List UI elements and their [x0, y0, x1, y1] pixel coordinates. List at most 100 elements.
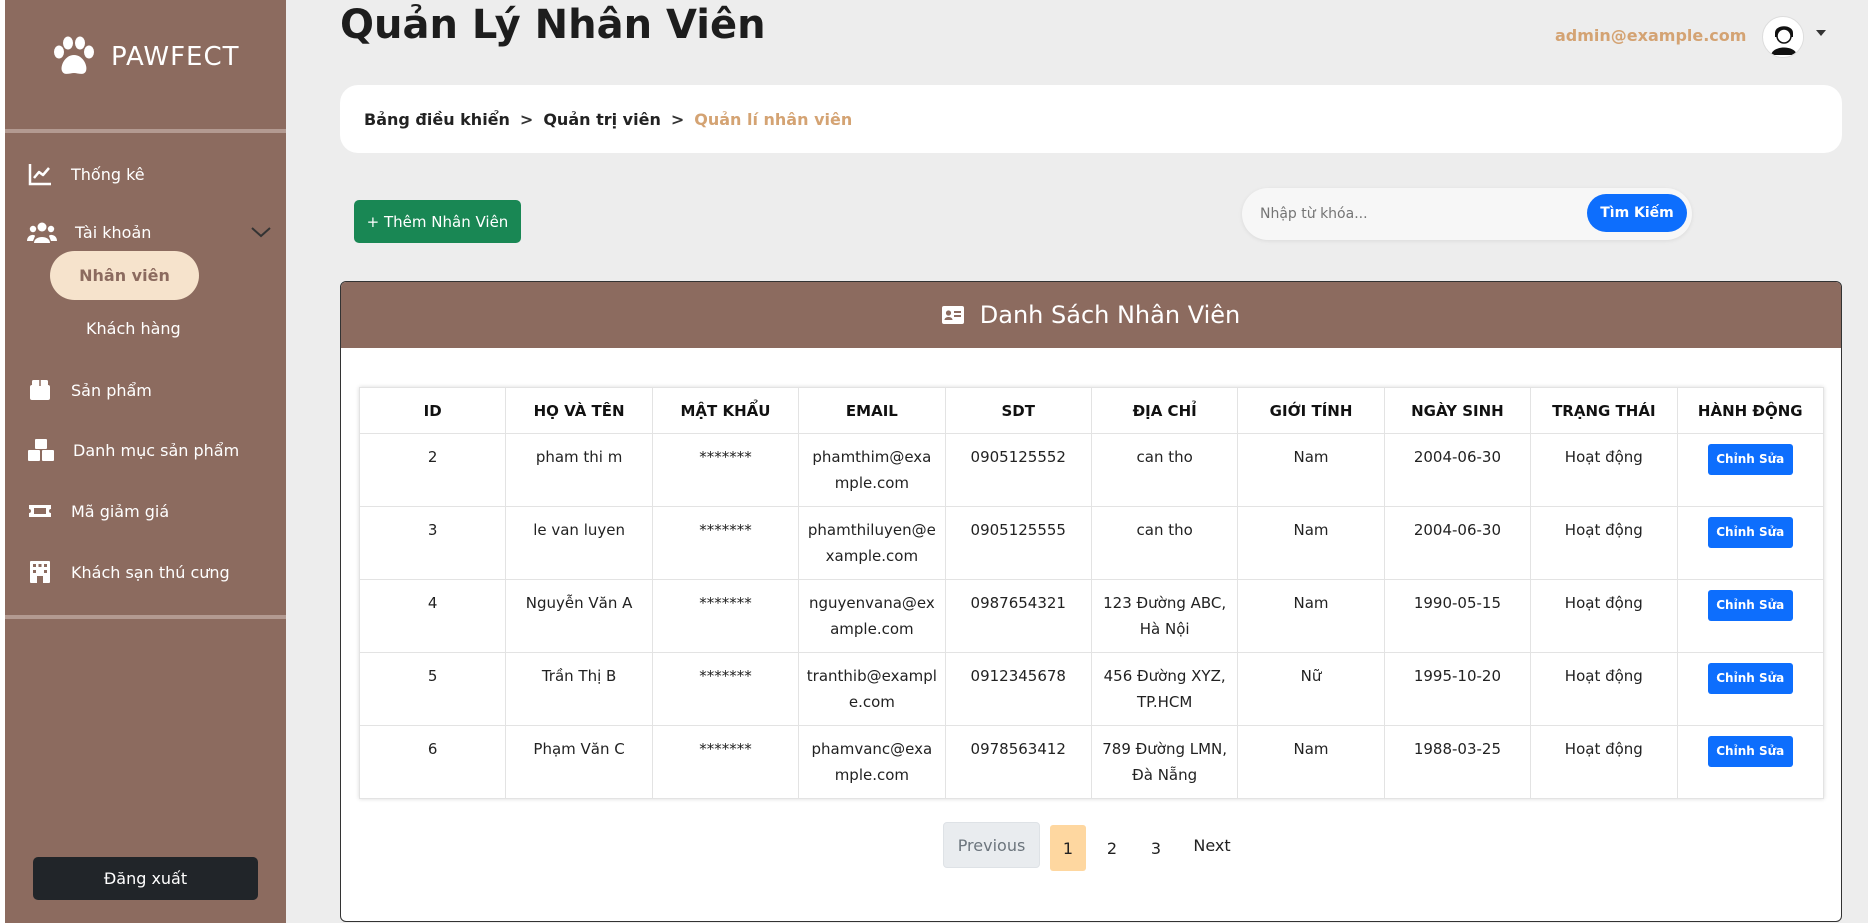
card-header: Danh Sách Nhân Viên — [341, 282, 1841, 348]
column-header-status: TRẠNG THÁI — [1530, 387, 1678, 434]
cell-gender: Nam — [1237, 725, 1385, 799]
pagination-page-1[interactable]: 1 — [1050, 825, 1086, 871]
cell-address: 123 Đường ABC, Hà Nội — [1090, 579, 1239, 653]
cell-password: ******* — [651, 652, 800, 726]
cell-phone: 0905125552 — [944, 433, 1092, 507]
pagination-page-3[interactable]: 3 — [1138, 825, 1174, 871]
column-header-password: MẬT KHẨU — [651, 387, 800, 434]
pagination-page-2[interactable]: 2 — [1094, 825, 1130, 871]
sidebar-subitem-nhan-vien[interactable]: Nhân viên — [50, 251, 199, 300]
cell-action: Chỉnh Sửa — [1676, 579, 1825, 653]
cell-status: Hoạt động — [1530, 506, 1678, 580]
add-employee-button[interactable]: + Thêm Nhân Viên — [354, 200, 521, 243]
pagination: Previous 1 2 3 Next — [943, 822, 1242, 871]
cell-status: Hoạt động — [1530, 579, 1678, 653]
cell-gender: Nam — [1237, 433, 1385, 507]
cell-gender: Nam — [1237, 506, 1385, 580]
column-header-address: ĐỊA CHỈ — [1090, 387, 1239, 434]
sidebar-item-san-pham[interactable]: Sản phẩm — [27, 377, 152, 403]
column-header-gender: GIỚI TÍNH — [1237, 387, 1385, 434]
cell-action: Chỉnh Sửa — [1676, 433, 1825, 507]
edit-button[interactable]: Chỉnh Sửa — [1707, 444, 1793, 475]
users-icon — [27, 222, 57, 243]
box-icon — [30, 380, 50, 400]
cell-address: can tho — [1090, 506, 1239, 580]
breadcrumb-current: Quản lí nhân viên — [694, 109, 853, 129]
table-row: 3 le van luyen ******* phamthiluyen@exam… — [358, 506, 1825, 580]
table-row: 4 Nguyễn Văn A ******* nguyenvana@exampl… — [358, 579, 1825, 653]
cell-status: Hoạt động — [1530, 652, 1678, 726]
admin-email[interactable]: admin@example.com — [1555, 26, 1746, 45]
edit-button[interactable]: Chỉnh Sửa — [1707, 590, 1793, 621]
cell-action: Chỉnh Sửa — [1676, 725, 1825, 799]
sidebar-subitem-khach-hang[interactable]: Khách hàng — [86, 319, 181, 338]
sidebar-item-thong-ke[interactable]: Thống kê — [27, 161, 145, 187]
cell-password: ******* — [651, 579, 800, 653]
cell-id: 6 — [358, 725, 507, 799]
column-header-phone: SDT — [944, 387, 1092, 434]
cell-dob: 1988-03-25 — [1383, 725, 1532, 799]
cell-name: pham thi m — [505, 433, 653, 507]
hotel-icon — [30, 561, 50, 583]
sidebar-divider — [5, 129, 286, 133]
cell-dob: 2004-06-30 — [1383, 506, 1532, 580]
cell-id: 4 — [358, 579, 507, 653]
column-header-id: ID — [358, 387, 507, 434]
cell-name: Phạm Văn C — [505, 725, 653, 799]
breadcrumb-separator: > — [519, 109, 534, 129]
sidebar-item-khach-san[interactable]: Khách sạn thú cưng — [27, 559, 230, 585]
cell-action: Chỉnh Sửa — [1676, 506, 1825, 580]
sidebar-item-ma-giam-gia[interactable]: Mã giảm giá — [27, 498, 169, 524]
cell-address: 789 Đường LMN, Đà Nẵng — [1090, 725, 1239, 799]
breadcrumb-item[interactable]: Bảng điều khiển — [364, 110, 510, 129]
column-header-name: HỌ VÀ TÊN — [505, 387, 653, 434]
brand-name: PAWFECT — [111, 42, 240, 72]
paw-icon — [54, 36, 94, 74]
cell-dob: 2004-06-30 — [1383, 433, 1532, 507]
table-header-row: ID HỌ VÀ TÊN MẬT KHẨU EMAIL SDT ĐỊA CHỈ … — [358, 387, 1825, 434]
cell-address: can tho — [1090, 433, 1239, 507]
cell-status: Hoạt động — [1530, 725, 1678, 799]
cell-dob: 1990-05-15 — [1383, 579, 1532, 653]
sidebar: PAWFECT Thống kê Tài khoản Nhân viên Khá… — [5, 0, 286, 923]
pagination-previous-button[interactable]: Previous — [943, 822, 1040, 868]
employee-table: ID HỌ VÀ TÊN MẬT KHẨU EMAIL SDT ĐỊA CHỈ … — [358, 387, 1825, 799]
cell-password: ******* — [651, 433, 800, 507]
table-row: 2 pham thi m ******* phamthim@example.co… — [358, 433, 1825, 507]
logout-button[interactable]: Đăng xuất — [33, 857, 258, 900]
column-header-email: EMAIL — [798, 387, 946, 434]
breadcrumb-separator: > — [670, 109, 685, 129]
edit-button[interactable]: Chỉnh Sửa — [1707, 736, 1793, 767]
sidebar-item-label: Sản phẩm — [71, 380, 152, 400]
column-header-dob: NGÀY SINH — [1383, 387, 1532, 434]
avatar[interactable] — [1762, 16, 1804, 58]
breadcrumb-item[interactable]: Quản trị viên — [543, 110, 661, 129]
chevron-down-icon[interactable] — [249, 224, 273, 240]
caret-down-icon[interactable] — [1816, 30, 1826, 36]
sidebar-item-tai-khoan[interactable]: Tài khoản — [27, 219, 151, 245]
cell-email: phamthiluyen@example.com — [798, 506, 946, 580]
chart-line-icon — [28, 164, 51, 186]
boxes-icon — [28, 439, 54, 461]
edit-button[interactable]: Chỉnh Sửa — [1707, 517, 1793, 548]
sidebar-item-label: Khách sạn thú cưng — [71, 562, 230, 582]
brand[interactable]: PAWFECT — [51, 36, 240, 78]
sidebar-item-danh-muc[interactable]: Danh mục sản phẩm — [27, 437, 239, 463]
cell-name: Nguyễn Văn A — [505, 579, 653, 653]
search-button[interactable]: Tìm Kiếm — [1587, 194, 1687, 232]
sidebar-item-label: Danh mục sản phẩm — [73, 440, 240, 460]
cell-id: 2 — [358, 433, 507, 507]
cell-email: nguyenvana@example.com — [798, 579, 946, 653]
cell-gender: Nữ — [1237, 652, 1385, 726]
page-title: Quản Lý Nhân Viên — [340, 2, 766, 48]
cell-status: Hoạt động — [1530, 433, 1678, 507]
cell-password: ******* — [651, 725, 800, 799]
cell-action: Chỉnh Sửa — [1676, 652, 1825, 726]
cell-name: Trần Thị B — [505, 652, 653, 726]
sidebar-item-label: Tài khoản — [75, 222, 152, 242]
table-row: 6 Phạm Văn C ******* phamvanc@example.co… — [358, 725, 1825, 799]
employee-list-card: Danh Sách Nhân Viên ID HỌ VÀ TÊN MẬT KHẨ… — [340, 281, 1842, 922]
pagination-next-button[interactable]: Next — [1182, 822, 1242, 868]
search-input[interactable] — [1250, 196, 1585, 232]
edit-button[interactable]: Chỉnh Sửa — [1707, 663, 1793, 694]
